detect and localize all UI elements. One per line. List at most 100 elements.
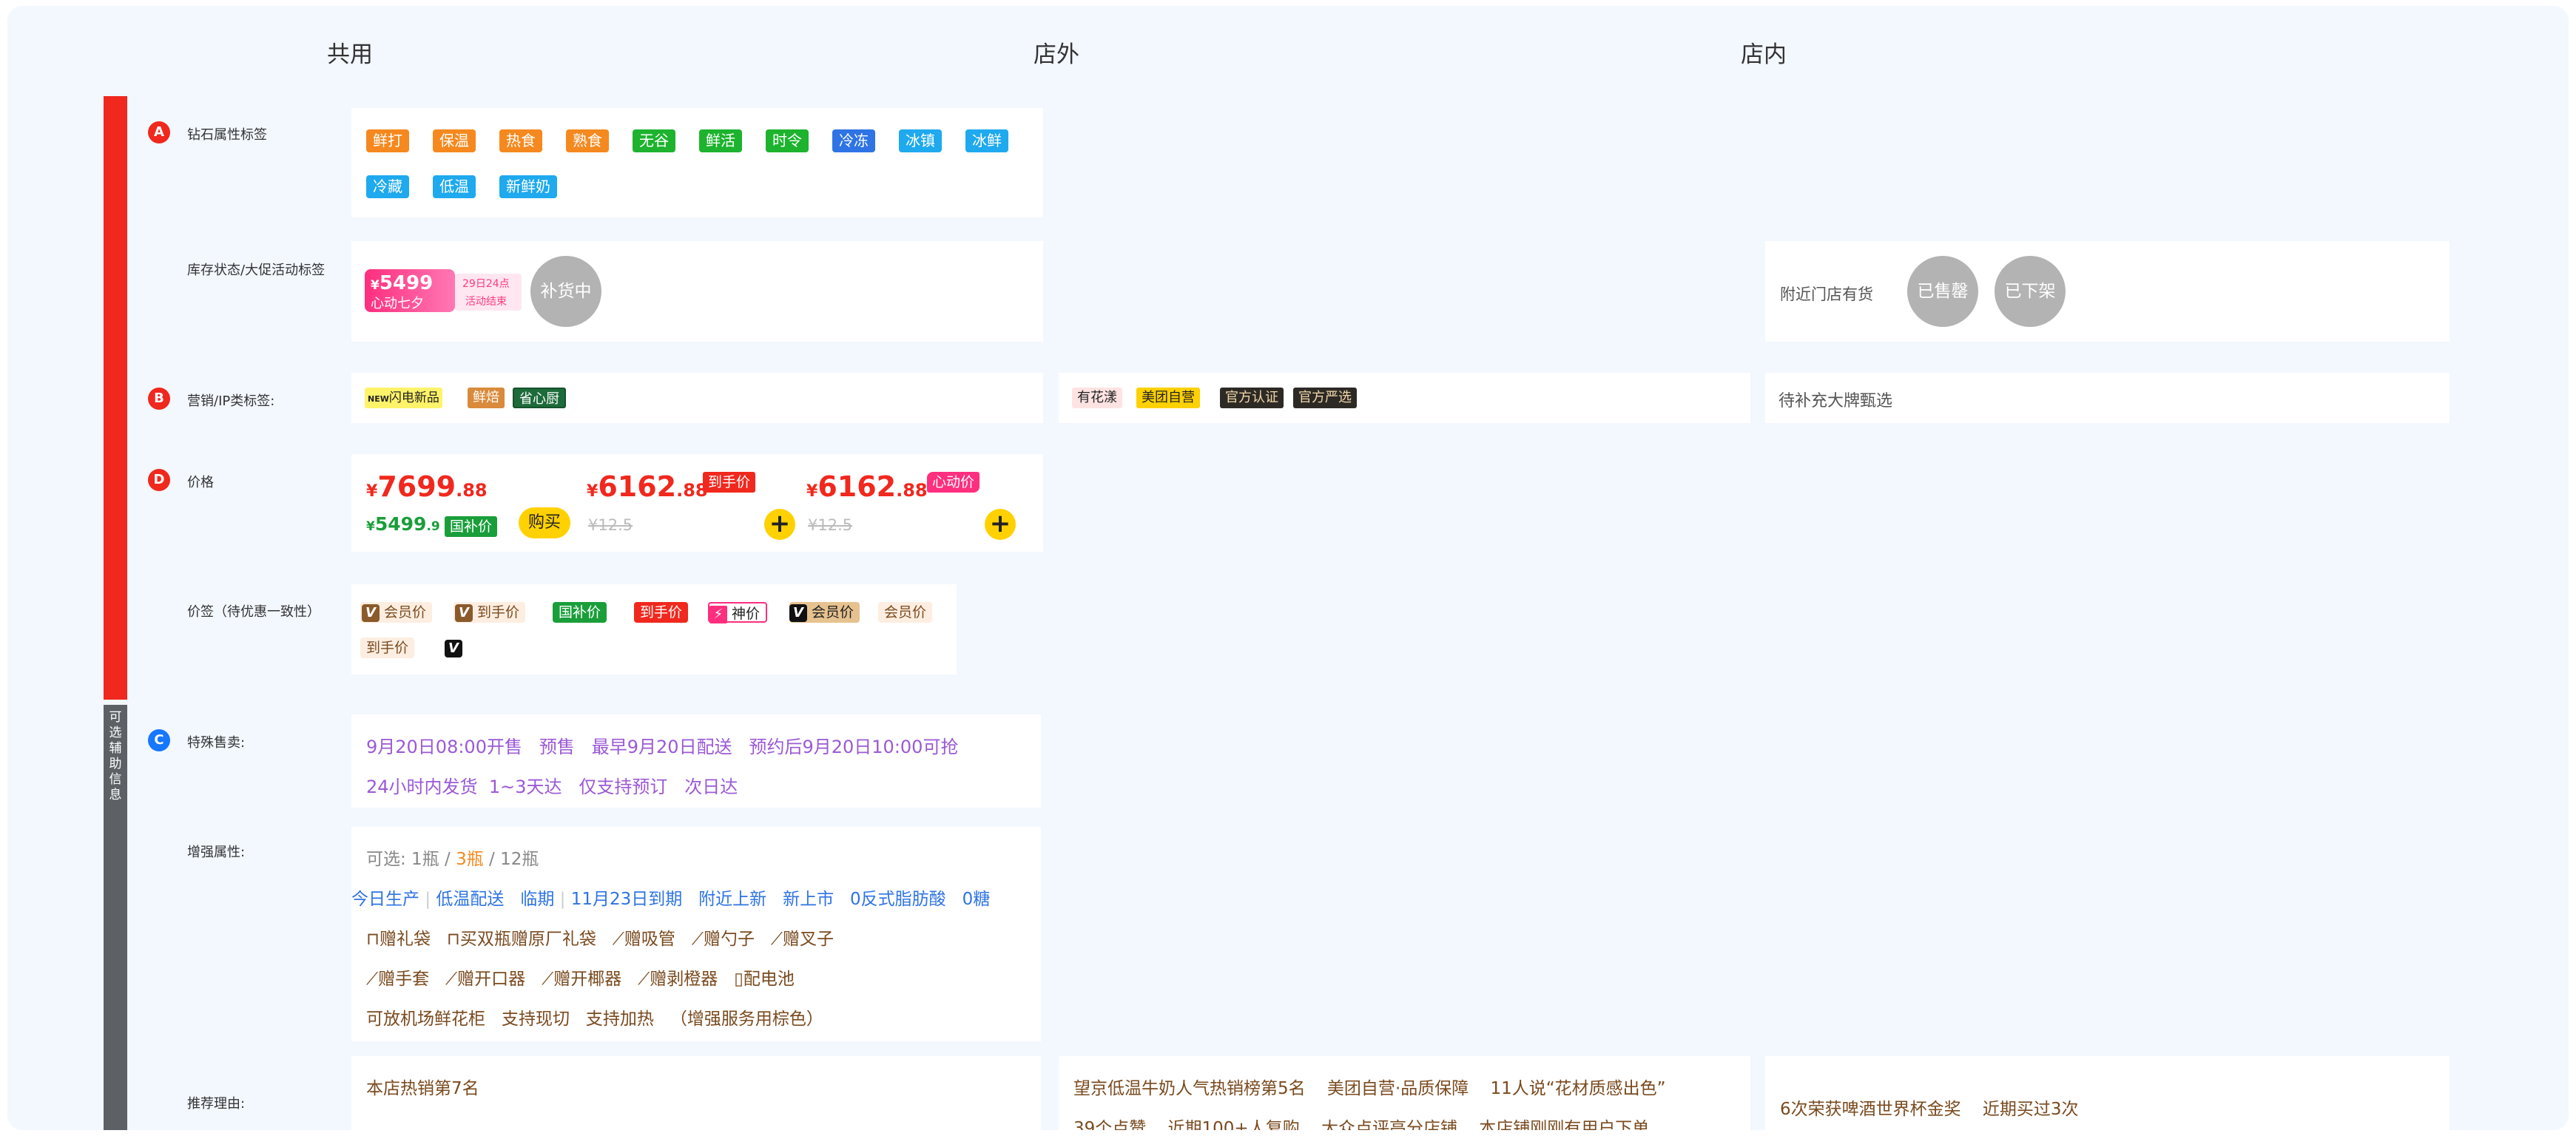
lightning-icon: ⚡ xyxy=(709,606,727,623)
v-icon: V xyxy=(445,640,462,657)
promo-badge: ¥5499 心动七夕 xyxy=(365,269,455,312)
row-label-stock: 库存状态/大促活动标签 xyxy=(187,263,326,278)
diamond-tag: 鲜活 xyxy=(699,129,742,152)
promo-countdown: 29日24点 活动结束 xyxy=(455,274,522,311)
marketing-tag: 官方严选 xyxy=(1293,388,1357,408)
battery-icon: ▯ xyxy=(734,970,744,989)
glove-icon: ⟋ xyxy=(366,970,379,989)
row-label-price-tag: 价签（待优惠一致性） xyxy=(187,604,320,620)
diamond-tag: 冰镇 xyxy=(899,129,942,152)
row-label-price: 价格 xyxy=(187,475,214,490)
off-shelf-badge: 已下架 xyxy=(1995,256,2066,327)
price-1-subsidy: ¥5499.9 xyxy=(366,513,440,535)
special-sale-line-2: 24小时内发货 1~3天达 仅支持预订 次日达 xyxy=(366,777,738,797)
enhanced-line-3: ⊓赠礼袋 ⊓买双瓶赠原厂礼袋 ⟋赠吸管 ⟋赠勺子 ⟋赠叉子 xyxy=(366,930,834,949)
god-price-tag: ⚡ 神价 xyxy=(708,602,768,623)
enhanced-attrs-card: 可选: 1瓶 / 3瓶 / 12瓶 今日生产 | 低温配送 临期 | 11月23… xyxy=(351,827,1041,1041)
marketing-tag: 美团自营 xyxy=(1136,388,1200,408)
promo-price: 5499 xyxy=(379,272,434,294)
arrival-price-red-tag: 到手价 xyxy=(634,602,689,623)
add-to-cart-button[interactable]: + xyxy=(764,509,795,540)
column-title-outside: 店外 xyxy=(1034,41,1079,68)
gift-bag-icon: ⊓ xyxy=(366,930,380,949)
stock-card-inside: 附近门店有货 已售罄 已下架 xyxy=(1765,241,2449,342)
optional-section-label: 可选辅助信息 xyxy=(109,710,122,802)
diamond-tag: 无谷 xyxy=(633,129,675,152)
v-icon: V xyxy=(362,604,380,622)
special-sale-card: 9月20日08:00开售 预售 最早9月20日配送 预约后9月20日10:00可… xyxy=(351,714,1041,808)
row-badge-a: A xyxy=(148,121,170,143)
gift-bag-icon: ⊓ xyxy=(446,930,460,949)
enhanced-line-4: ⟋赠手套 ⟋赠开口器 ⟋赠开椰器 ⟋赠剥橙器 ▯配电池 xyxy=(366,970,795,989)
reason-card-inside: 6次荣获啤酒世界杯金奖 近期买过3次 xyxy=(1765,1056,2449,1130)
flash-new-tag: NEW闪电新品 xyxy=(365,388,442,408)
row-label-diamond: 钻石属性标签 xyxy=(187,127,267,143)
row-badge-b: B xyxy=(148,388,170,410)
black-member-price-tag: V 会员价 xyxy=(789,602,860,623)
promo-name: 心动七夕 xyxy=(371,296,424,311)
marketing-tag: 官方认证 xyxy=(1220,388,1284,408)
member-price-plain-tag: 会员价 xyxy=(878,602,933,623)
new-mark: NEW xyxy=(368,394,389,404)
peeler-icon: ⟋ xyxy=(638,970,650,989)
promo-date: 29日24点 xyxy=(462,278,510,290)
column-title-inside: 店内 xyxy=(1741,41,1787,68)
marketing-card-inside: 待补充大牌甄选 xyxy=(1765,373,2449,423)
reason-card-outside: 望京低温牛奶人气热销榜第5名 美团自营·品质保障 11人说“花材质感出色” 39… xyxy=(1059,1056,1750,1130)
restocking-badge: 补货中 xyxy=(530,256,601,327)
arrival-price-tag: 到手价 xyxy=(703,472,756,493)
price-1-main: 7699 xyxy=(377,470,456,503)
row-label-reason: 推荐理由: xyxy=(187,1096,246,1112)
row-label-special: 特殊售卖: xyxy=(187,735,246,751)
marketing-inside-text: 待补充大牌甄选 xyxy=(1778,392,1893,410)
reason-outside-line-1: 望京低温牛奶人气热销榜第5名 美团自营·品质保障 11人说“花材质感出色” xyxy=(1073,1079,1666,1098)
diamond-tag: 冰鲜 xyxy=(965,129,1008,152)
row-label-enhanced: 增强属性: xyxy=(187,845,246,860)
v-mark-tag: V xyxy=(445,638,462,658)
promo-end-text: 活动结束 xyxy=(465,296,507,308)
diamond-tags-card: 鲜打 保温 热食 熟食 无谷 鲜活 时令 冷冻 冰镇 冰鲜 冷藏 低温 新鲜奶 xyxy=(351,108,1043,217)
stock-card-shared: ¥5499 心动七夕 29日24点 活动结束 补货中 xyxy=(351,241,1043,342)
price-2: ¥6162.88 xyxy=(587,470,708,503)
arrival-price-tag: V 到手价 xyxy=(454,602,526,623)
diamond-tag: 保温 xyxy=(433,129,476,152)
column-title-shared: 共用 xyxy=(327,41,373,68)
spoon-icon: ⟋ xyxy=(691,930,704,949)
straw-icon: ⟋ xyxy=(612,930,624,949)
v-icon: V xyxy=(789,604,807,622)
worry-free-tag: 省心厨 xyxy=(513,388,566,408)
reason-outside-line-2: 39个点赞 近期100+人复购 大众点评高分店铺 本店铺刚刚有用户下单 xyxy=(1073,1119,1650,1130)
diamond-tag: 熟食 xyxy=(566,129,609,152)
reason-inside-text: 6次荣获啤酒世界杯金奖 近期买过3次 xyxy=(1780,1100,2079,1119)
buy-button[interactable]: 购买 xyxy=(519,507,570,538)
sold-out-badge: 已售罄 xyxy=(1907,256,1978,327)
subsidy-price-tag: 国补价 xyxy=(445,516,498,537)
price-tags-card: V 会员价 V 到手价 国补价 到手价 ⚡ 神价 V 会员价 会员价 到手价 V xyxy=(351,584,957,674)
heart-price-tag: 心动价 xyxy=(927,472,980,493)
reason-shared-text: 本店热销第7名 xyxy=(366,1079,479,1098)
v-icon: V xyxy=(455,604,473,622)
fresh-bake-tag: 鲜焙 xyxy=(468,388,505,408)
price-3-original: ¥12.5 xyxy=(808,516,853,534)
enhanced-line-2: 今日生产 | 低温配送 临期 | 11月23日到期 附近上新 新上市 0反式脂肪… xyxy=(351,890,991,909)
price-3: ¥6162.88 xyxy=(806,470,928,503)
diamond-tag: 冷冻 xyxy=(832,129,875,152)
marketing-tag: 有花漾 xyxy=(1072,388,1122,408)
member-price-tag: V 会员价 xyxy=(360,602,433,623)
canvas: 共用 店外 店内 可选辅助信息 A 钻石属性标签 库存状态/大促活动标签 B 营… xyxy=(7,6,2569,1130)
subsidy-price-tag: 国补价 xyxy=(553,602,607,623)
promo-currency: ¥ xyxy=(371,278,380,293)
special-sale-line-1: 9月20日08:00开售 预售 最早9月20日配送 预约后9月20日10:00可… xyxy=(366,737,959,757)
price-1: ¥7699.88 xyxy=(366,470,488,503)
arrival-price-plain-tag: 到手价 xyxy=(360,638,415,658)
enhanced-options: 可选: 1瓶 / 3瓶 / 12瓶 xyxy=(366,850,539,869)
diamond-tag: 热食 xyxy=(499,129,542,152)
price-2-original: ¥12.5 xyxy=(588,516,633,534)
add-to-cart-button[interactable]: + xyxy=(985,509,1016,540)
opener-icon: ⟋ xyxy=(445,970,458,989)
enhanced-line-5: 可放机场鲜花柜 支持现切 支持加热 （增强服务用棕色） xyxy=(366,1010,823,1029)
row-badge-c: C xyxy=(148,729,170,751)
diamond-tag: 低温 xyxy=(433,175,476,198)
nearby-stock-text: 附近门店有货 xyxy=(1780,285,1873,303)
fork-icon: ⟋ xyxy=(770,930,783,949)
